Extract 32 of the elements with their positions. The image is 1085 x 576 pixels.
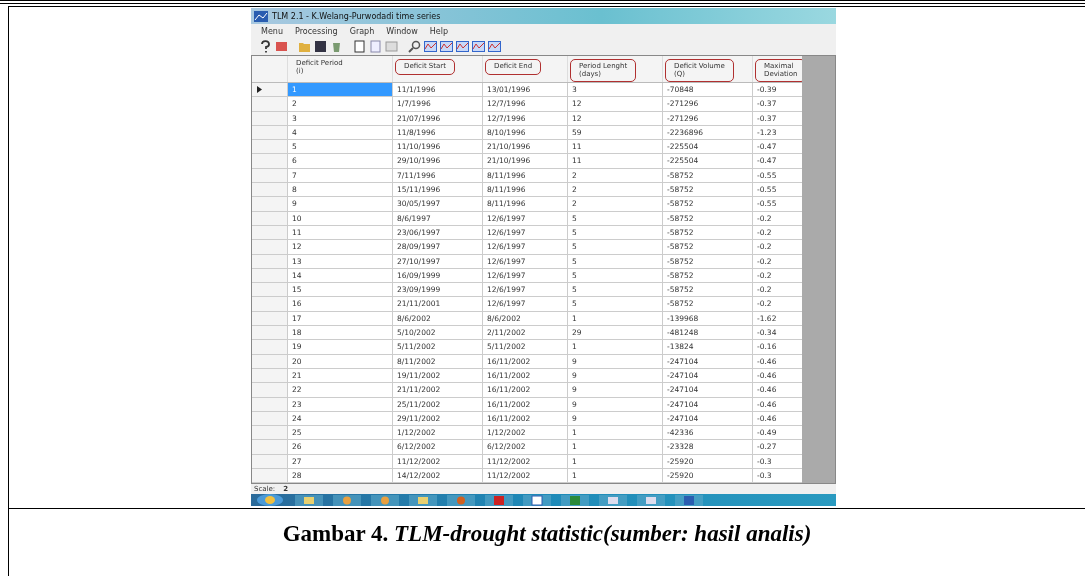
document-icon[interactable] (523, 494, 551, 506)
chart-icon[interactable] (456, 40, 469, 53)
save-icon[interactable] (314, 40, 327, 53)
spreadsheet-icon[interactable] (561, 494, 589, 506)
pdf-icon[interactable] (485, 494, 513, 506)
globe-icon[interactable] (371, 494, 399, 506)
chart-icon[interactable] (440, 40, 453, 53)
menu-item[interactable]: Window (386, 26, 418, 36)
chart-icon[interactable] (675, 494, 703, 506)
window-icon[interactable] (637, 494, 665, 506)
window-title: TLM 2.1 - K.Welang-Purwodadi time series (272, 11, 441, 21)
chart-icon (254, 10, 268, 22)
chart-icon[interactable] (472, 40, 485, 53)
figure-caption: Gambar 4. TLM-drought statistic(sumber: hasil analis) (282, 521, 812, 549)
folder-icon[interactable] (409, 494, 437, 506)
grid-icon[interactable] (385, 40, 398, 53)
chart-icon[interactable] (424, 40, 437, 53)
row-header[interactable] (252, 83, 287, 97)
help-icon[interactable] (259, 40, 272, 53)
browser-icon[interactable] (447, 494, 475, 506)
chart-icon[interactable] (488, 40, 501, 53)
document-icon[interactable] (369, 40, 382, 53)
window-icon[interactable] (599, 494, 627, 506)
start-icon[interactable] (255, 494, 285, 507)
globe-icon[interactable] (333, 494, 361, 506)
menu-item[interactable]: Menu (261, 26, 283, 36)
menu-item[interactable]: Help (429, 26, 449, 36)
folder-icon[interactable] (295, 494, 323, 506)
search-icon[interactable] (408, 40, 421, 53)
page-icon[interactable] (353, 40, 366, 53)
menu-item[interactable]: Processing (294, 26, 338, 36)
menu-item[interactable]: Graph (349, 26, 375, 36)
